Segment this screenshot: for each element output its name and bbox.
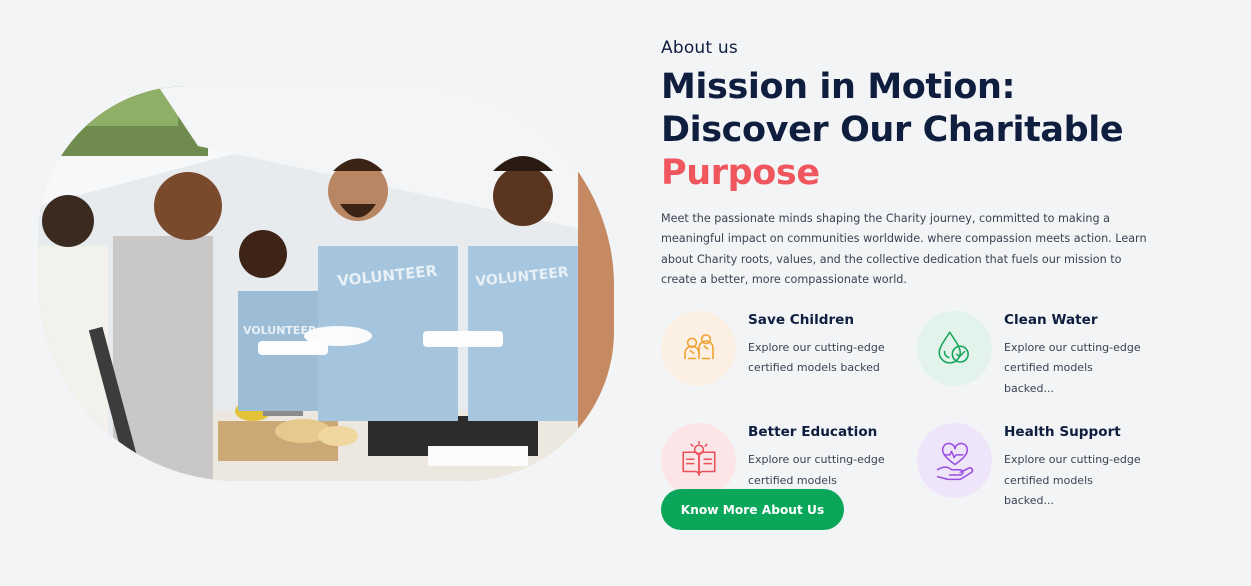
feature-body: Health Support Explore our cutting-edge … xyxy=(1004,423,1144,512)
feature-title: Better Education xyxy=(748,424,878,441)
features-grid: Save Children Explore our cutting-edge c… xyxy=(661,310,1161,512)
health-heart-hand-icon xyxy=(917,423,992,499)
headline-accent: Purpose xyxy=(661,153,820,193)
feature-title: Save Children xyxy=(748,311,855,328)
feature-save-children: Save Children Explore our cutting-edge c… xyxy=(661,310,917,400)
feature-body: Clean Water Explore our cutting-edge cer… xyxy=(1004,311,1144,400)
feature-text: Explore our cutting-edge certified model… xyxy=(748,340,885,375)
section-headline: Mission in Motion: Discover Our Charitab… xyxy=(661,66,1161,195)
education-book-icon xyxy=(661,423,736,499)
water-drop-icon xyxy=(917,310,992,386)
section-description: Meet the passionate minds shaping the Ch… xyxy=(661,212,1147,287)
section-eyebrow: About us xyxy=(661,38,738,58)
feature-text: Explore our cutting-edge certified model… xyxy=(1004,340,1141,395)
feature-health-support: Health Support Explore our cutting-edge … xyxy=(917,423,1157,512)
about-section: VOLUNTEER VOLUNTEER VOLUNTEER About us M… xyxy=(0,0,1251,586)
about-content: About us Mission in Motion: Discover Our… xyxy=(661,36,1161,512)
feature-body: Save Children Explore our cutting-edge c… xyxy=(748,311,888,379)
feature-text: Explore our cutting-edge certified model… xyxy=(1004,453,1141,508)
volunteers-photo: VOLUNTEER VOLUNTEER VOLUNTEER xyxy=(38,86,614,481)
headline-text: Mission in Motion: Discover Our Charitab… xyxy=(661,67,1124,150)
know-more-button[interactable]: Know More About Us xyxy=(661,489,844,530)
feature-title: Health Support xyxy=(1004,424,1121,441)
feature-clean-water: Clean Water Explore our cutting-edge cer… xyxy=(917,310,1157,400)
children-icon xyxy=(661,310,736,386)
feature-title: Clean Water xyxy=(1004,311,1098,328)
